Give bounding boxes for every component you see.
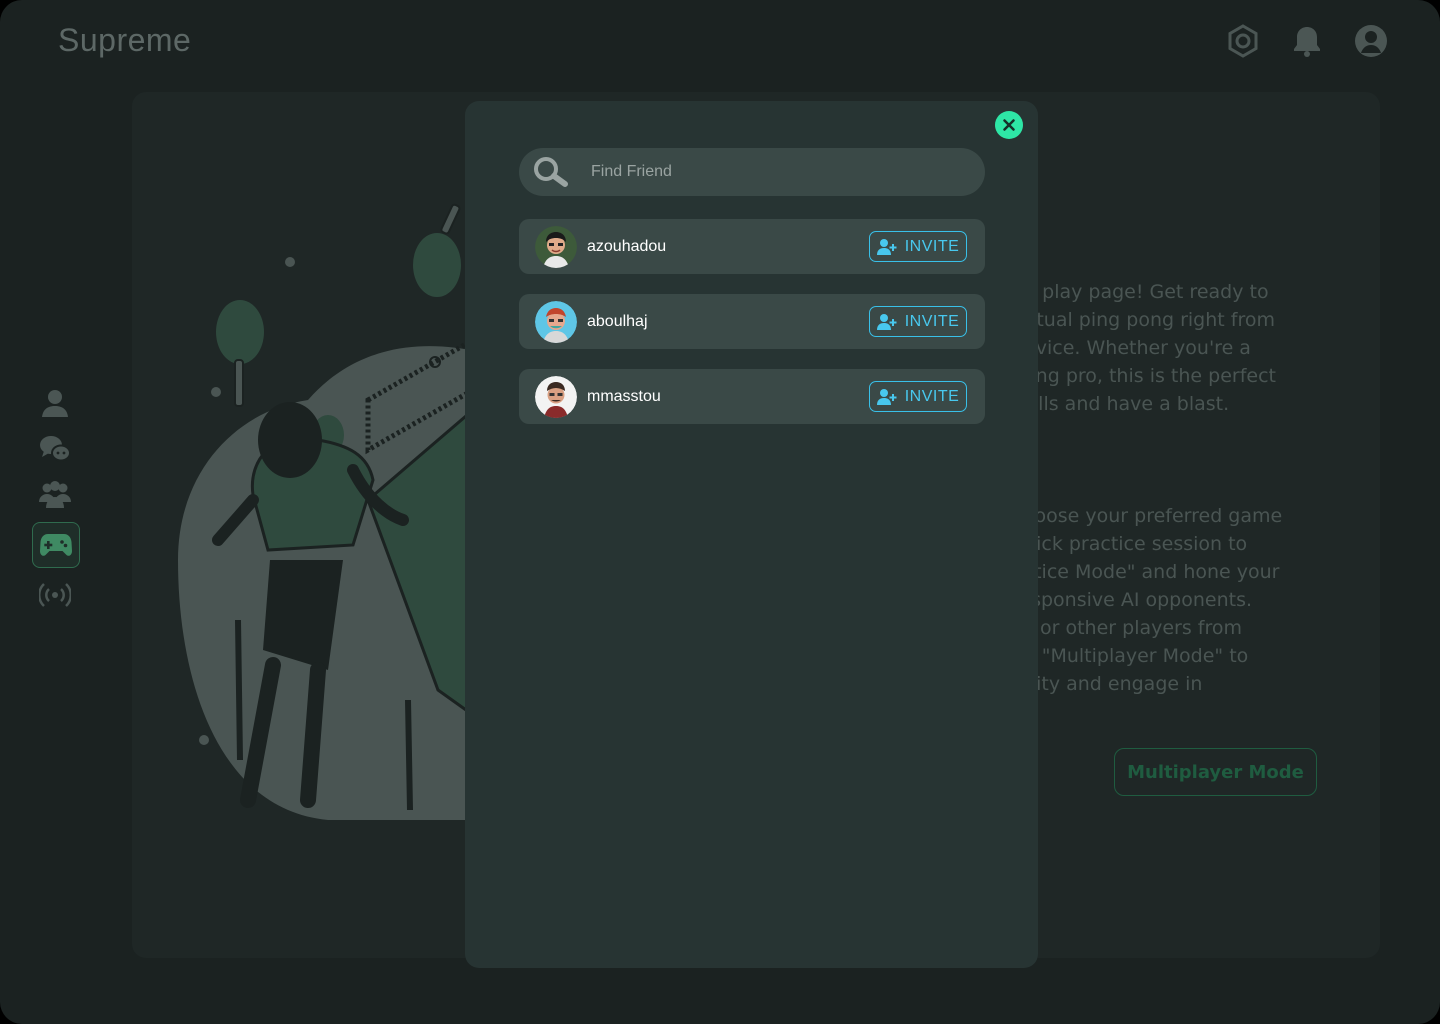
invite-label: INVITE <box>904 237 960 255</box>
close-button[interactable] <box>995 111 1023 139</box>
description-paragraph-2: choose your preferred game quick practic… <box>1012 505 1283 695</box>
users-icon <box>39 481 71 508</box>
user-icon <box>42 390 68 417</box>
invite-label: INVITE <box>904 312 960 330</box>
settings-icon[interactable] <box>1226 24 1260 58</box>
friend-username: azouhadou <box>587 237 667 255</box>
multiplayer-mode-button[interactable]: Multiplayer Mode <box>1114 748 1317 796</box>
avatar <box>535 375 577 418</box>
description-paragraph-1: ng play page! Get ready to virtual ping … <box>1012 281 1276 415</box>
invite-friend-modal: azouhadou INVITE aboulhaj INVITE mmassto… <box>465 101 1038 968</box>
friend-row: mmasstou INVITE <box>519 369 985 424</box>
bell-icon[interactable] <box>1290 24 1324 58</box>
avatar <box>535 225 577 268</box>
friend-row: aboulhaj INVITE <box>519 294 985 349</box>
friend-row: azouhadou INVITE <box>519 219 985 274</box>
gamepad-icon <box>40 534 72 556</box>
invite-button[interactable]: INVITE <box>869 231 967 262</box>
find-friend-input[interactable] <box>589 162 973 182</box>
chat-icon <box>40 436 71 462</box>
broadcast-icon <box>39 583 71 607</box>
friend-username: mmasstou <box>587 387 661 405</box>
search-bar <box>519 148 985 196</box>
avatar <box>535 300 577 343</box>
invite-label: INVITE <box>904 387 960 405</box>
invite-button[interactable]: INVITE <box>869 306 967 337</box>
app-window: Supreme play page! Get ready to virtual … <box>0 0 1440 1024</box>
add-user-icon <box>876 238 897 255</box>
sidebar-item-game[interactable] <box>32 522 80 568</box>
header-actions <box>1226 24 1388 58</box>
brand-logo[interactable]: Supreme <box>58 22 191 59</box>
sidebar <box>32 384 80 614</box>
game-description: ng play page! Get ready to virtual ping … <box>1012 250 1342 726</box>
sidebar-item-profile[interactable] <box>32 384 78 422</box>
sidebar-item-friends[interactable] <box>32 476 78 514</box>
user-avatar-icon[interactable] <box>1354 24 1388 58</box>
add-user-icon <box>876 313 897 330</box>
close-icon <box>1003 119 1015 131</box>
friend-username: aboulhaj <box>587 312 648 330</box>
sidebar-item-chat[interactable] <box>32 430 78 468</box>
add-user-icon <box>876 388 897 405</box>
invite-button[interactable]: INVITE <box>869 381 967 412</box>
search-icon <box>531 152 571 192</box>
sidebar-item-live[interactable] <box>32 576 78 614</box>
